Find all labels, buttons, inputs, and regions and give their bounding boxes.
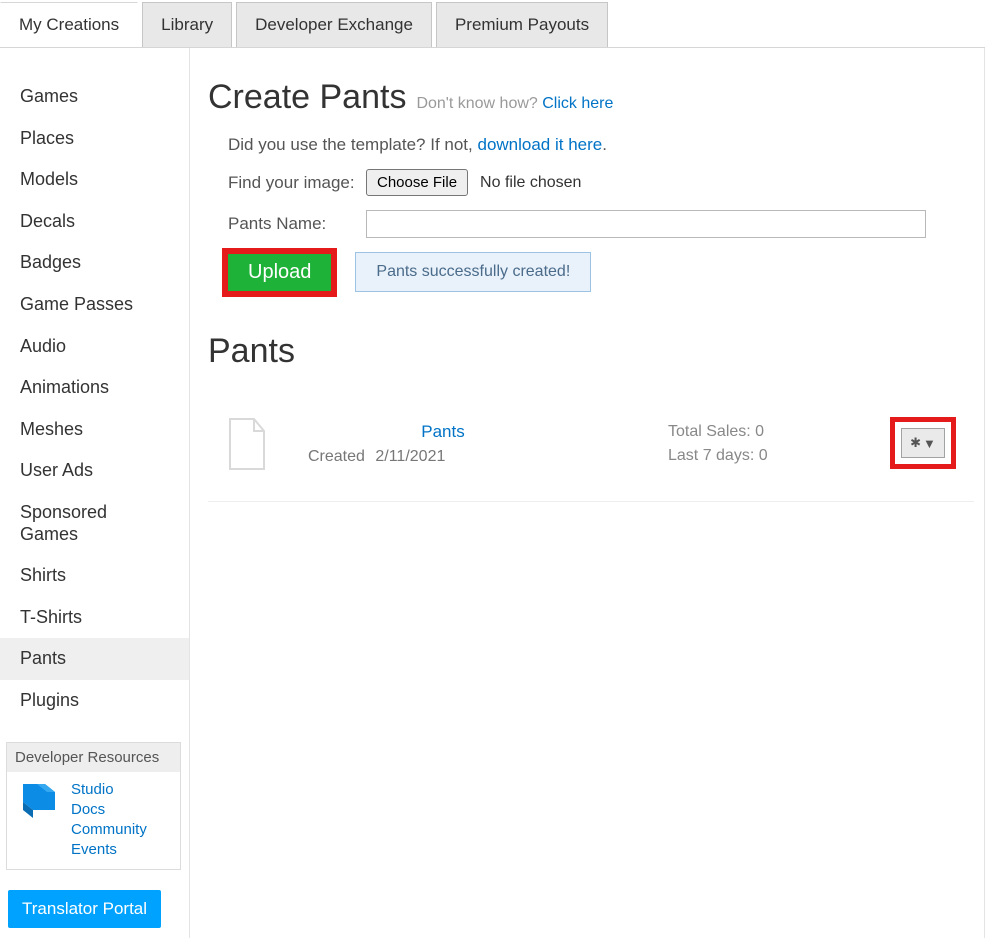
template-question: Did you use the template? If not,: [228, 135, 477, 154]
upload-button[interactable]: Upload: [228, 254, 331, 291]
translator-portal-button[interactable]: Translator Portal: [8, 890, 161, 928]
total-sales-value: 0: [755, 423, 764, 440]
click-here-link[interactable]: Click here: [542, 95, 613, 112]
main-tabs: My Creations Library Developer Exchange …: [0, 0, 985, 48]
template-suffix: .: [602, 135, 607, 154]
developer-resources-panel: Developer Resources Studio Docs Communit…: [6, 742, 181, 870]
dev-link-community[interactable]: Community: [71, 820, 147, 840]
sidebar-item-audio[interactable]: Audio: [0, 326, 189, 368]
create-hint-text: Don't know how?: [416, 95, 542, 112]
sidebar: Games Places Models Decals Badges Game P…: [0, 48, 190, 938]
choose-file-button[interactable]: Choose File: [366, 169, 468, 196]
sidebar-item-decals[interactable]: Decals: [0, 201, 189, 243]
create-hint: Don't know how? Click here: [416, 95, 613, 113]
sidebar-item-pants[interactable]: Pants: [0, 638, 189, 680]
tab-developer-exchange[interactable]: Developer Exchange: [236, 2, 432, 47]
success-message: Pants successfully created!: [355, 252, 591, 292]
pants-name-label: Pants Name:: [228, 214, 358, 234]
main-content: Create Pants Don't know how? Click here …: [190, 48, 985, 938]
last-7-days-value: 0: [759, 447, 768, 464]
dev-link-docs[interactable]: Docs: [71, 800, 147, 820]
sidebar-item-animations[interactable]: Animations: [0, 367, 189, 409]
gear-highlight: ✱ ▼: [890, 417, 956, 469]
find-image-label: Find your image:: [228, 173, 358, 193]
sidebar-item-models[interactable]: Models: [0, 159, 189, 201]
gear-icon: ✱: [910, 435, 921, 451]
sidebar-item-games[interactable]: Games: [0, 76, 189, 118]
tab-premium-payouts[interactable]: Premium Payouts: [436, 2, 608, 47]
sidebar-item-t-shirts[interactable]: T-Shirts: [0, 597, 189, 639]
download-template-link[interactable]: download it here: [477, 135, 602, 154]
studio-icon: [17, 780, 61, 820]
list-title: Pants: [208, 332, 974, 371]
asset-row: Pants Created 2/11/2021 Total Sales: 0 L…: [208, 401, 974, 502]
asset-settings-button[interactable]: ✱ ▼: [901, 428, 945, 458]
developer-resources-title: Developer Resources: [7, 743, 180, 772]
sidebar-item-places[interactable]: Places: [0, 118, 189, 160]
template-row: Did you use the template? If not, downlo…: [228, 135, 974, 155]
sidebar-item-meshes[interactable]: Meshes: [0, 409, 189, 451]
dev-link-studio[interactable]: Studio: [71, 780, 147, 800]
total-sales-label: Total Sales:: [668, 423, 751, 440]
sidebar-item-user-ads[interactable]: User Ads: [0, 450, 189, 492]
sidebar-item-shirts[interactable]: Shirts: [0, 555, 189, 597]
created-date: 2/11/2021: [375, 448, 445, 465]
tab-library[interactable]: Library: [142, 2, 232, 47]
dev-link-events[interactable]: Events: [71, 840, 147, 860]
created-label: Created: [308, 448, 365, 465]
asset-name-link[interactable]: Pants: [308, 422, 578, 442]
pants-name-input[interactable]: [366, 210, 926, 238]
page-title: Create Pants: [208, 78, 406, 117]
sidebar-item-game-passes[interactable]: Game Passes: [0, 284, 189, 326]
file-icon: [224, 417, 268, 471]
sidebar-item-sponsored-games[interactable]: Sponsored Games: [0, 492, 189, 555]
chevron-down-icon: ▼: [923, 436, 936, 451]
tab-my-creations[interactable]: My Creations: [0, 2, 138, 47]
sidebar-item-badges[interactable]: Badges: [0, 242, 189, 284]
last-7-days-label: Last 7 days:: [668, 447, 754, 464]
sidebar-item-plugins[interactable]: Plugins: [0, 680, 189, 722]
file-chosen-status: No file chosen: [480, 174, 581, 192]
